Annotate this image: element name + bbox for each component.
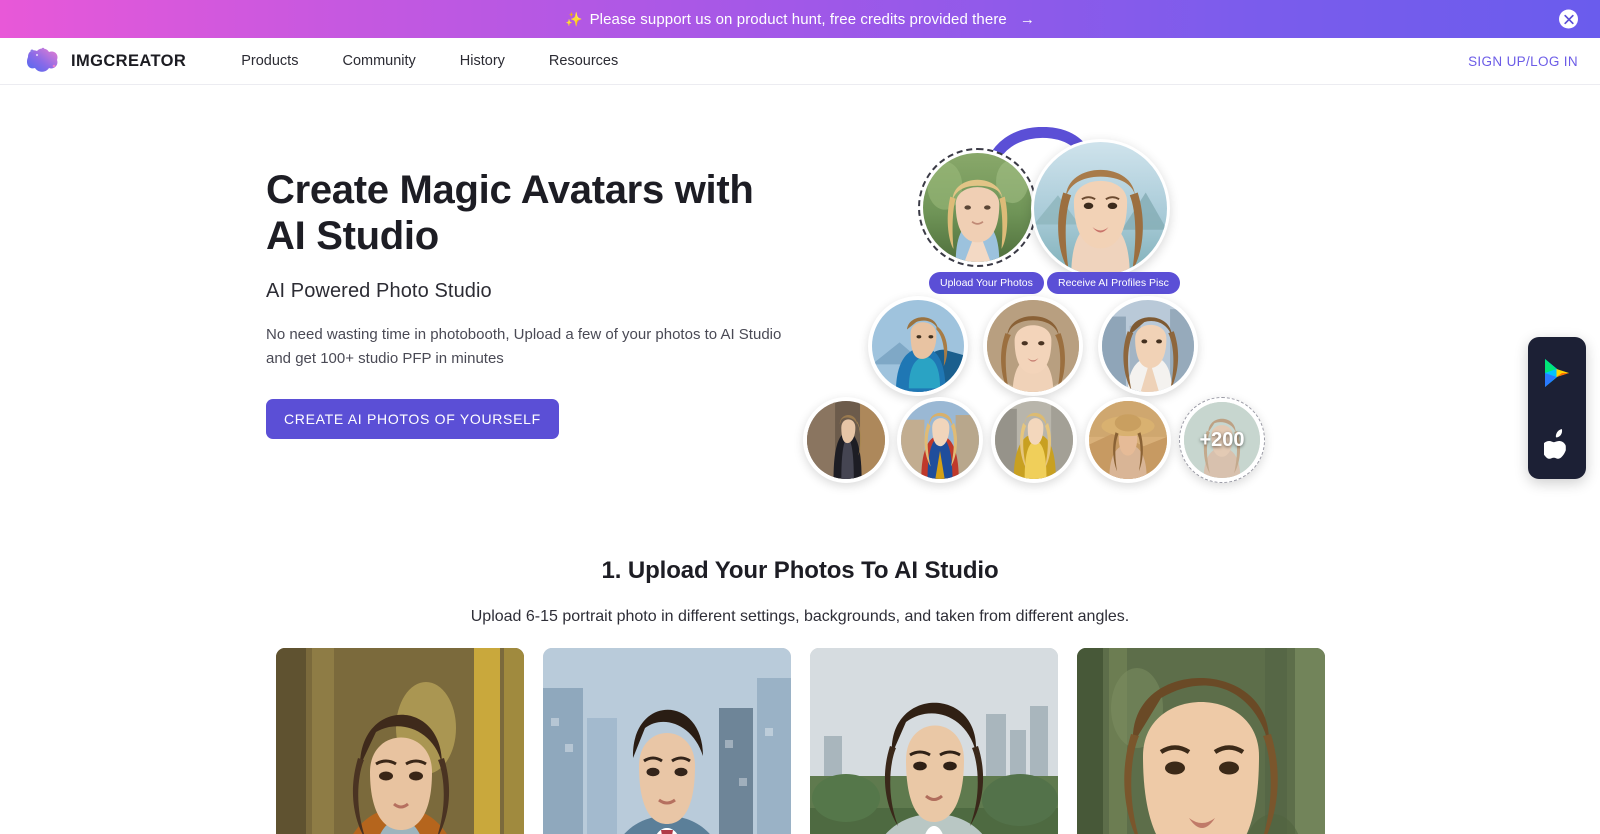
- sample-photo-card[interactable]: [542, 648, 791, 834]
- avatar-collage: Upload Your Photos Receive AI Profiles P…: [800, 125, 1265, 505]
- apple-store-button[interactable]: [1544, 428, 1570, 460]
- sample-photo-card[interactable]: [809, 648, 1058, 834]
- avatar-item[interactable]: [803, 397, 889, 483]
- portrait-forest-coat: [275, 648, 524, 834]
- woman-original-photo: [923, 153, 1032, 262]
- page-title: Create Magic Avatars with AI Studio: [266, 168, 754, 259]
- avatar-item[interactable]: [868, 296, 968, 396]
- avatar-item[interactable]: [983, 296, 1083, 396]
- imgcreator-logo-icon: [26, 47, 58, 72]
- woman-ai-photo: [1034, 142, 1167, 275]
- avatar-item[interactable]: [1098, 296, 1198, 396]
- source-photo: [923, 153, 1032, 262]
- source-photo-circle: [918, 148, 1037, 267]
- nav-links: Products Community History Resources: [219, 53, 640, 69]
- upload-photos-pill[interactable]: Upload Your Photos: [929, 272, 1044, 294]
- nav-item-history[interactable]: History: [438, 53, 527, 69]
- app-store-dock: [1528, 337, 1586, 479]
- portrait-city-suit: [542, 648, 791, 834]
- avatar-row-2: [868, 296, 1198, 396]
- promo-banner[interactable]: ✨ Please support us on product hunt, fre…: [0, 0, 1600, 38]
- avatar-image: [987, 300, 1079, 392]
- promo-banner-text: Please support us on product hunt, free …: [589, 10, 1007, 28]
- more-count-label: +200: [1199, 428, 1245, 451]
- section-title: 1. Upload Your Photos To AI Studio: [601, 557, 999, 584]
- avatar-hero-costume: [901, 401, 979, 479]
- avatar-black-suit: [807, 401, 885, 479]
- create-ai-photos-button[interactable]: CREATE AI PHOTOS OF YOURSELF: [266, 399, 559, 440]
- section-subtitle: Upload 6-15 portrait photo in different …: [470, 608, 1130, 625]
- avatar-item[interactable]: [1085, 397, 1171, 483]
- avatar-image: [901, 401, 979, 479]
- nav-item-resources[interactable]: Resources: [527, 53, 640, 69]
- promo-close-button[interactable]: [1559, 9, 1578, 29]
- arrow-right-icon: →: [1019, 10, 1035, 28]
- result-photo: [1034, 142, 1167, 275]
- signup-login-link[interactable]: SIGN UP/LOG IN: [1468, 54, 1578, 69]
- avatar-long-hair: [987, 300, 1079, 392]
- sample-photo-grid: [0, 648, 1600, 834]
- avatar-row-3: +200: [803, 397, 1265, 483]
- brand-logo[interactable]: IMGCREATOR: [18, 46, 186, 76]
- avatar-armor-blue: [872, 300, 964, 392]
- sample-photo-card[interactable]: [1076, 648, 1325, 834]
- portrait-bamboo-closeup: [1076, 648, 1325, 834]
- hero-subtitle: AI Powered Photo Studio: [266, 279, 492, 302]
- apple-icon: [1544, 428, 1566, 459]
- brand-name: IMGCREATOR: [71, 51, 187, 70]
- avatar-sun-hat: [1089, 401, 1167, 479]
- avatar-image: [807, 401, 885, 479]
- hero-collage-area: Upload Your Photos Receive AI Profiles P…: [790, 125, 1600, 485]
- result-photo-circle: [1031, 139, 1170, 278]
- nav-item-products[interactable]: Products: [219, 53, 320, 69]
- receive-profiles-pill[interactable]: Receive AI Profiles Pisc: [1047, 272, 1180, 294]
- sample-photo-card[interactable]: [275, 648, 524, 834]
- upload-section: 1. Upload Your Photos To AI Studio Uploa…: [0, 485, 1600, 834]
- close-icon: [1563, 14, 1574, 24]
- hero-copy: Create Magic Avatars with AI Studio AI P…: [0, 125, 790, 485]
- avatar-image: [1102, 300, 1194, 392]
- sparkle-icon: ✨: [565, 11, 583, 27]
- nav-item-community[interactable]: Community: [320, 53, 437, 69]
- avatar-item[interactable]: [897, 397, 983, 483]
- avatar-item[interactable]: [991, 397, 1077, 483]
- promo-banner-link[interactable]: ✨ Please support us on product hunt, fre…: [565, 11, 1035, 28]
- navbar: IMGCREATOR Products Community History Re…: [0, 38, 1600, 85]
- avatar-image: [995, 401, 1073, 479]
- avatar-image: [872, 300, 964, 392]
- avatar-image: [1089, 401, 1167, 479]
- google-play-icon: [1545, 358, 1569, 387]
- avatar-gold-armor: [995, 401, 1073, 479]
- google-play-button[interactable]: [1542, 357, 1572, 389]
- portrait-skyline-casual: [809, 648, 1058, 834]
- avatar-white-top: [1102, 300, 1194, 392]
- hero-section: Create Magic Avatars with AI Studio AI P…: [0, 85, 1600, 485]
- hero-description: No need wasting time in photobooth, Uplo…: [266, 325, 782, 368]
- more-avatars-badge[interactable]: +200: [1179, 397, 1265, 483]
